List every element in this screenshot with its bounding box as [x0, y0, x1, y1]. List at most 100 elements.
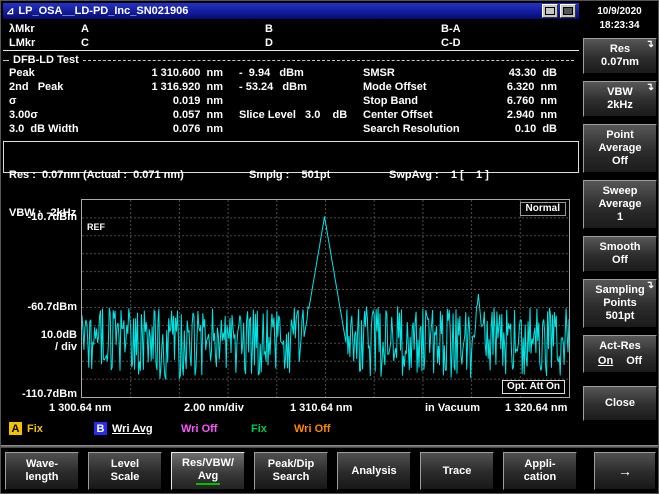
spectrum-plot[interactable]: Normal REF Opt. Att On — [81, 199, 570, 398]
softkey-menu: ↴Res0.07nm↴VBW2kHzPointAverageOffSweepAv… — [583, 38, 657, 421]
x-axis-vacuum-label: in Vacuum — [425, 402, 480, 414]
menu-button-label: Trace — [443, 465, 472, 478]
minimize-icon — [545, 7, 555, 15]
softkey-label: VBW — [586, 86, 654, 99]
analysis-value: 6.760 nm — [475, 95, 557, 109]
analysis-label: Mode Offset — [363, 81, 475, 95]
menu-button-res-vbw-avg[interactable]: Res/VBW/Avg — [171, 452, 245, 490]
act-res-off-option[interactable]: Off — [626, 355, 642, 368]
softkey-label: 1 — [586, 211, 654, 224]
trace-status-trace-c[interactable]: Wri Off — [181, 421, 217, 436]
menu-button-label: Res/VBW/ — [182, 457, 234, 470]
softkey-label: Average — [586, 198, 654, 211]
x-axis-end-label: 1 320.64 nm — [505, 402, 567, 414]
menu-button-wavelength[interactable]: Wave-length — [5, 452, 79, 490]
window-minimize-button[interactable] — [542, 4, 558, 18]
menu-button-analysis[interactable]: Analysis — [337, 452, 411, 490]
menu-button-more[interactable]: → — [594, 452, 656, 490]
marker-wl-b: B — [265, 23, 441, 35]
analysis-label: 2nd Peak — [9, 81, 127, 95]
marker-wl-label: λMkr — [9, 23, 81, 35]
analysis-results-left: Peak1 310.600 nm- 9.94 dBm2nd Peak1 316.… — [9, 67, 347, 137]
analysis-extra: - 53.24 dBm — [223, 81, 347, 95]
softkey-act-res[interactable]: Act-ResOnOff — [583, 335, 657, 373]
softkey-label: Off — [586, 254, 654, 267]
analysis-extra: Slice Level 3.0 dB — [223, 109, 347, 123]
trace-mode-label: Wri Avg — [112, 423, 153, 435]
window-titlebar[interactable]: ⊿ LP_OSA__LD-PD_Inc_SN021906 — [3, 3, 579, 19]
menu-button-label: cation — [524, 471, 556, 484]
analysis-extra — [223, 95, 347, 109]
menu-button-label: Search — [273, 471, 310, 484]
setting-swpavg: SwpAvg : 1 [ 1 ] — [389, 168, 489, 182]
time-text: 18:23:34 — [580, 19, 659, 33]
y-axis-div-label: 10.0dB — [1, 329, 77, 341]
softkey-label: Smooth — [586, 241, 654, 254]
analysis-section-header: DFB-LD Test — [3, 54, 579, 66]
analysis-value: 1 310.600 nm — [127, 67, 223, 81]
act-res-toggle: On Off — [586, 355, 654, 368]
analysis-label: Stop Band — [363, 95, 475, 109]
softkey-vbw[interactable]: ↴VBW2kHz — [583, 81, 657, 117]
trace-status-trace-a[interactable]: AFix — [9, 421, 43, 436]
trace-status-trace-b[interactable]: B Wri Avg — [94, 421, 153, 436]
marker-wl-ba: B-A — [441, 23, 579, 35]
softkey-close[interactable]: Close — [583, 386, 657, 421]
softkey-label: Res — [586, 43, 654, 56]
trace-status-trace-d[interactable]: Fix — [251, 421, 267, 436]
analysis-label: 3.0 dB Width — [9, 123, 127, 137]
softkey-label: 0.07nm — [586, 56, 654, 69]
optical-att-badge: Opt. Att On — [502, 380, 565, 394]
coupling-arrow-icon: ↴ — [646, 280, 654, 291]
softkey-smooth[interactable]: SmoothOff — [583, 236, 657, 272]
spectrum-trace-svg — [82, 200, 569, 397]
softkey-label: Sweep — [586, 185, 654, 198]
softkey-sweep-average[interactable]: SweepAverage1 — [583, 180, 657, 229]
analysis-results-right: SMSR43.30 dBMode Offset6.320 nmStop Band… — [363, 67, 557, 137]
softkey-label: Average — [586, 142, 654, 155]
acquisition-settings-box: Res : 0.07nm (Actual : 0.071 nm) Smplg :… — [3, 141, 579, 173]
analysis-label: Search Resolution — [363, 123, 475, 137]
menu-button-trace[interactable]: Trace — [420, 452, 494, 490]
trace-mode-label: Fix — [251, 423, 267, 435]
trace-letter-badge: A — [9, 422, 22, 435]
softkey-label: Off — [586, 155, 654, 168]
softkey-res[interactable]: ↴Res0.07nm — [583, 38, 657, 74]
menu-button-application[interactable]: Appli-cation — [503, 452, 577, 490]
analysis-value: 0.10 dB — [475, 123, 557, 137]
analysis-value: 0.076 nm — [127, 123, 223, 137]
softkey-label: 2kHz — [586, 99, 654, 112]
menu-button-label: → — [618, 465, 632, 478]
analysis-value: 2.940 nm — [475, 109, 557, 123]
coupling-arrow-icon: ↴ — [646, 82, 654, 93]
marker-lv-cd: C-D — [441, 37, 579, 49]
analysis-value: 43.30 dB — [475, 67, 557, 81]
menu-button-label: Appli- — [524, 458, 555, 471]
softkey-point-average[interactable]: PointAverageOff — [583, 124, 657, 173]
window-icon: ⊿ — [6, 6, 14, 17]
marker-lv-label: LMkr — [9, 37, 81, 49]
marker-lv-c: C — [81, 37, 265, 49]
menu-button-level-scale[interactable]: LevelScale — [88, 452, 162, 490]
act-res-on-option[interactable]: On — [598, 355, 613, 368]
analysis-label: Peak — [9, 67, 127, 81]
analysis-label: Center Offset — [363, 109, 475, 123]
window-title: LP_OSA__LD-PD_Inc_SN021906 — [18, 5, 188, 17]
trace-letter-badge: B — [94, 422, 107, 435]
softkey-sampling-points[interactable]: ↴SamplingPoints501pt — [583, 279, 657, 328]
analysis-extra: - 9.94 dBm — [223, 67, 347, 81]
menu-button-label: length — [26, 471, 59, 484]
marker-lv-d: D — [265, 37, 441, 49]
trace-status-trace-e[interactable]: Wri Off — [294, 421, 330, 436]
y-axis-div-label-2: / div — [1, 341, 77, 353]
y-axis-ref-label: -10.7dBm — [1, 211, 77, 223]
trace-mode-label: Wri Off — [181, 423, 217, 435]
menu-button-label: Peak/Dip — [268, 458, 314, 471]
sweep-mode-badge: Normal — [520, 202, 566, 216]
menu-button-peak-dip-search[interactable]: Peak/DipSearch — [254, 452, 328, 490]
window-maximize-button[interactable] — [560, 4, 576, 18]
window-controls — [542, 4, 576, 18]
trace-status-bar: AFix B Wri Avg Wri Off Fix Wri Off — [1, 421, 579, 436]
setting-smplg: Smplg : 501pt — [249, 168, 389, 182]
softkey-label: Point — [586, 129, 654, 142]
